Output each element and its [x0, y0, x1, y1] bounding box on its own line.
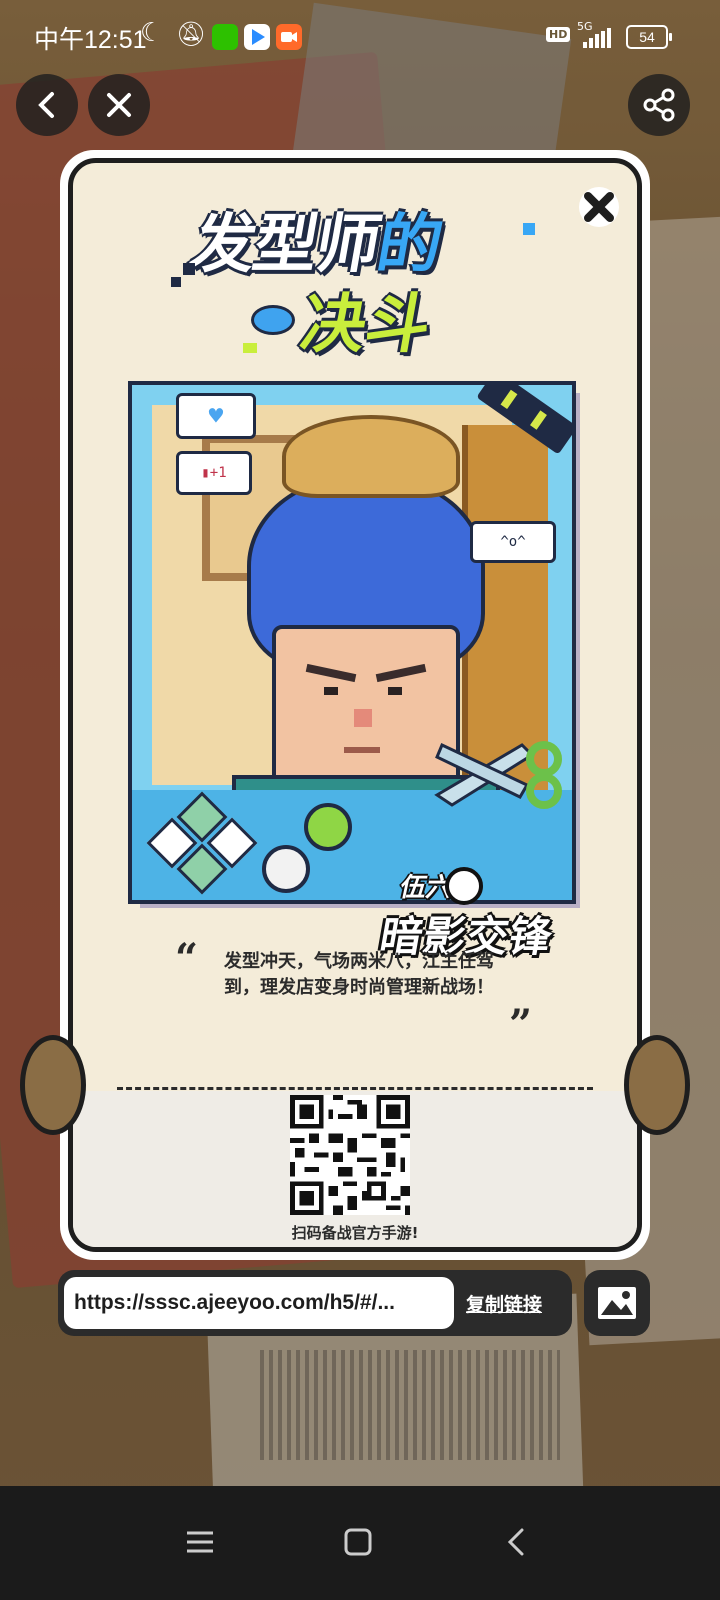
video-app-icon [244, 24, 270, 50]
close-button[interactable] [88, 74, 150, 136]
controller-button-b [262, 845, 310, 893]
poster-close-icon[interactable] [577, 185, 621, 229]
controller-button-a [304, 803, 352, 851]
like-bubble: ▮+1 [176, 451, 252, 495]
menu-icon [187, 1531, 213, 1553]
wechat-icon [212, 24, 238, 50]
straw-hat [282, 415, 460, 498]
share-icon [643, 88, 675, 122]
character-illustration: ♥ ▮+1 ^o^ [128, 381, 576, 904]
ticket-divider [117, 1087, 593, 1090]
save-image-button[interactable] [584, 1270, 650, 1336]
do-not-disturb-icon: ☾ [140, 18, 164, 48]
copy-link-button[interactable]: 复制链接 [466, 1290, 542, 1317]
back-button[interactable] [16, 74, 78, 136]
home-button[interactable] [338, 1522, 378, 1562]
status-time: 中午12:51 [34, 26, 147, 54]
heart-bubble: ♥ [176, 393, 256, 439]
quote-open-mark: “ [175, 935, 199, 982]
title-line2: 决斗 [295, 288, 437, 362]
image-icon [598, 1287, 636, 1319]
battery-indicator: 54 [626, 25, 672, 49]
status-bar: 中午12:51 ☾ 🔕︎ HD 5G 54 [0, 0, 720, 72]
muted-bell-icon: 🔕︎ [176, 20, 207, 48]
system-navigation-bar [0, 1486, 720, 1600]
coin-icon [251, 305, 295, 335]
back-arrow-icon [507, 1528, 524, 1556]
share-poster-card: 发型师的 决斗 ♥ ▮+1 ^o^ 伍六 暗影交锋 “ 发型冲天，气场两米八，江… [20, 150, 690, 1260]
hd-badge: HD [546, 27, 571, 42]
close-icon [107, 93, 131, 117]
system-back-button[interactable] [496, 1522, 536, 1562]
qr-hint-text: 扫码备战官方手游! [291, 1224, 419, 1242]
chevron-left-icon [38, 92, 54, 118]
recent-apps-button[interactable] [180, 1522, 220, 1562]
scissors-icon [434, 741, 562, 809]
game-title-logo: 发型师的 决斗 [171, 193, 543, 363]
home-square-icon [344, 1528, 372, 1556]
poster-quote: 发型冲天，气场两米八，江主任驾到，理发店变身时尚管理新战场！ [224, 951, 494, 998]
share-url-field[interactable]: https://sssc.ajeeyoo.com/h5/#/... [64, 1277, 454, 1329]
brand-logo: 伍六 暗影交锋 [373, 853, 603, 963]
camera-app-icon [276, 24, 302, 50]
qr-code [290, 1095, 410, 1215]
title-line1-accent: 的 [371, 208, 447, 282]
signal-icon [583, 28, 613, 48]
share-button[interactable] [628, 74, 690, 136]
share-link-bar: https://sssc.ajeeyoo.com/h5/#/... 复制链接 [58, 1270, 572, 1336]
brand-ring-icon [445, 867, 483, 905]
quote-close-mark: ” [509, 1001, 533, 1048]
title-line1: 发型师 [185, 208, 385, 282]
emote-bubble: ^o^ [470, 521, 556, 563]
